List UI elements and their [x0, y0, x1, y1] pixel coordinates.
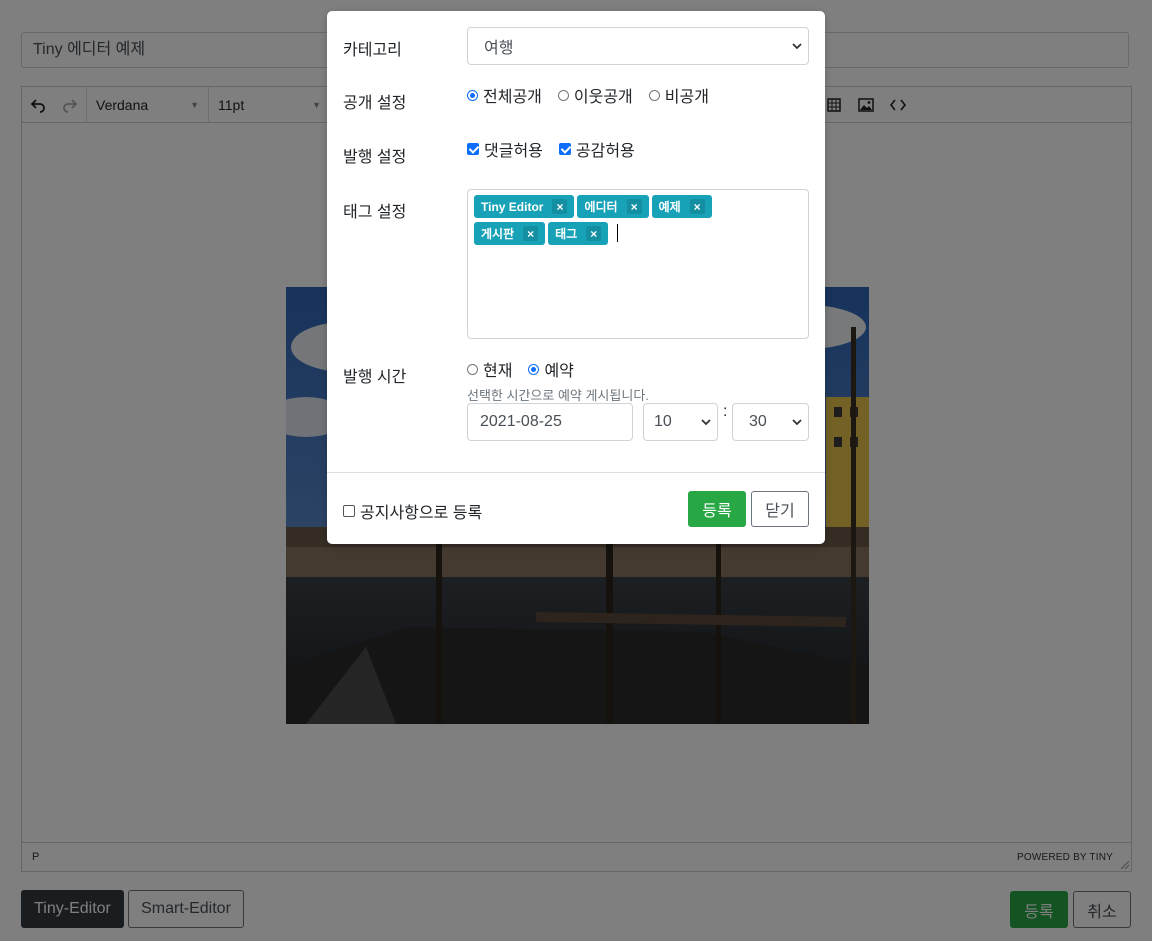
hour-value: 10 [654, 413, 672, 430]
remove-tag-icon[interactable]: × [586, 226, 602, 241]
tag-input-box[interactable]: Tiny Editor × 에디터 × 예제 × 게시판 × 태그 × [467, 189, 809, 339]
schedule-help-text: 선택한 시간으로 예약 게시됩니다. [467, 388, 649, 403]
publish-settings-label: 발행 설정 [343, 149, 407, 166]
checkbox-checked-icon[interactable] [467, 143, 479, 155]
visibility-option-neighbors[interactable]: 이웃공개 [557, 83, 633, 107]
checkbox-icon[interactable] [343, 505, 355, 517]
modal-submit-button[interactable]: 등록 [688, 491, 746, 527]
register-as-notice-option[interactable]: 공지사항으로 등록 [343, 499, 482, 523]
option-label: 공감허용 [575, 143, 635, 160]
allow-comments-option[interactable]: 댓글허용 [467, 137, 543, 161]
radio-selected-icon[interactable] [467, 89, 478, 101]
remove-tag-icon[interactable]: × [552, 199, 568, 214]
publish-scheduled-option[interactable]: 예약 [528, 357, 574, 381]
radio-selected-icon[interactable] [528, 363, 540, 375]
remove-tag-icon[interactable]: × [626, 199, 642, 214]
publish-settings-modal: 카테고리 여행 공개 설정 전체공개 이웃공개 비공개 발행 설정 댓글허용 공… [327, 11, 825, 544]
option-label: 비공개 [664, 89, 709, 106]
tag-chip: 예제 × [651, 195, 712, 218]
text-cursor [617, 224, 619, 242]
tag-text: 태그 [555, 227, 578, 241]
tag-chip: 에디터 × [577, 195, 649, 218]
category-value: 여행 [484, 40, 514, 57]
tag-chip: 게시판 × [474, 222, 546, 245]
minute-value: 30 [749, 413, 767, 430]
publish-date-input[interactable]: 2021-08-25 [467, 403, 633, 441]
chevron-down-icon [701, 413, 711, 431]
modal-close-button[interactable]: 닫기 [751, 491, 809, 527]
publish-now-option[interactable]: 현재 [467, 357, 512, 381]
category-select[interactable]: 여행 [467, 27, 809, 65]
modal-footer-divider [327, 472, 825, 473]
tag-list: Tiny Editor × 에디터 × 예제 × 게시판 × 태그 × [474, 195, 734, 249]
option-label: 이웃공개 [573, 89, 633, 106]
option-label: 댓글허용 [484, 143, 543, 160]
time-separator: : [723, 403, 728, 420]
minute-select[interactable]: 30 [732, 403, 809, 441]
tag-text: 에디터 [584, 200, 618, 214]
hour-select[interactable]: 10 [643, 403, 718, 441]
allow-likes-option[interactable]: 공감허용 [558, 137, 635, 161]
publish-time-radio-group: 현재 예약 [467, 357, 590, 381]
publish-checkbox-group: 댓글허용 공감허용 [467, 137, 651, 161]
radio-icon[interactable] [648, 89, 660, 101]
tag-text: Tiny Editor [481, 199, 544, 214]
tag-chip: 태그 × [548, 222, 609, 245]
visibility-radio-group: 전체공개 이웃공개 비공개 [467, 83, 725, 107]
chevron-down-icon [792, 37, 802, 55]
category-label: 카테고리 [343, 42, 402, 59]
chevron-down-icon [792, 413, 802, 431]
visibility-label: 공개 설정 [343, 95, 407, 112]
tag-chip: Tiny Editor × [474, 195, 575, 218]
tags-label: 태그 설정 [343, 204, 407, 221]
checkbox-checked-icon[interactable] [558, 143, 571, 155]
tag-text: 게시판 [481, 227, 515, 241]
tag-text: 예제 [658, 200, 681, 214]
visibility-option-private[interactable]: 비공개 [648, 83, 709, 107]
radio-icon[interactable] [557, 89, 569, 101]
option-label: 공지사항으로 등록 [360, 505, 483, 522]
radio-icon[interactable] [467, 363, 478, 375]
option-label: 예약 [544, 363, 574, 380]
remove-tag-icon[interactable]: × [523, 226, 539, 241]
visibility-option-public[interactable]: 전체공개 [467, 83, 542, 107]
option-label: 전체공개 [483, 89, 542, 106]
publish-time-label: 발행 시간 [343, 369, 407, 386]
remove-tag-icon[interactable]: × [689, 199, 705, 214]
option-label: 현재 [483, 363, 513, 380]
